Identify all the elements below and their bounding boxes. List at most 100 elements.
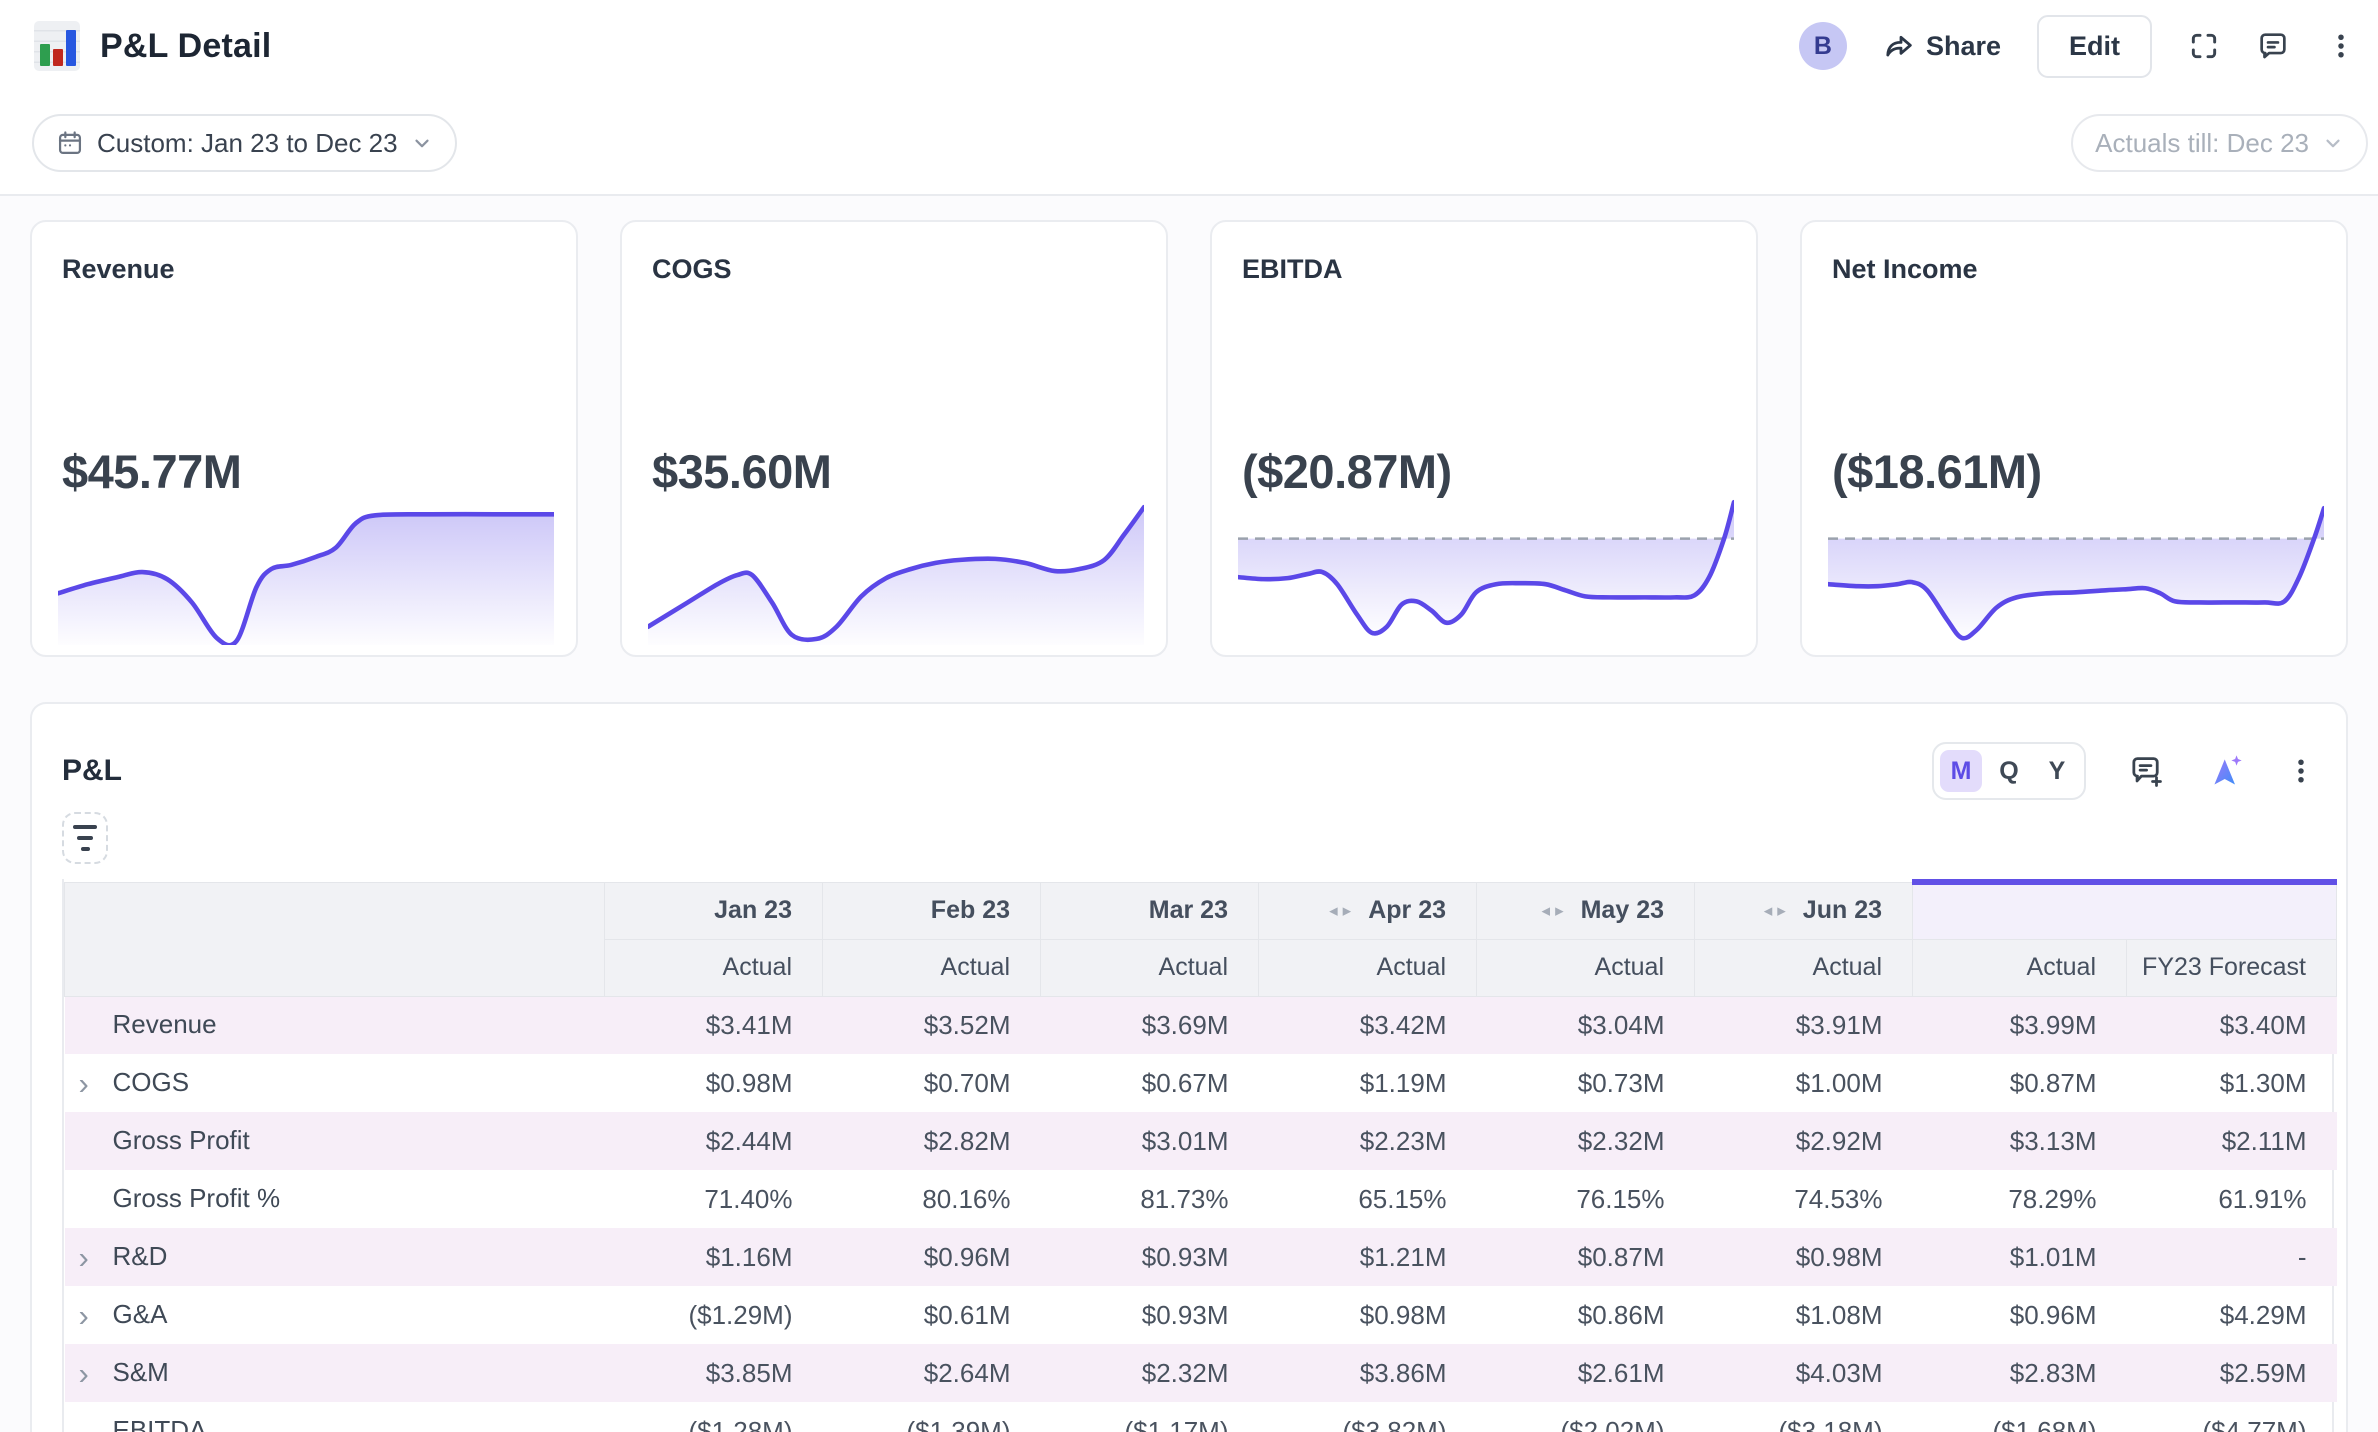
cell-value: $1.16M <box>605 1228 823 1286</box>
granularity-option-m[interactable]: M <box>1940 750 1982 792</box>
kpi-value: ($20.87M) <box>1242 444 1452 499</box>
row-label-r-d[interactable]: ›R&D <box>65 1228 605 1286</box>
cell-value: $0.96M <box>1913 1286 2127 1344</box>
cell-value: ($1.28M) <box>605 1402 823 1432</box>
actuals-till-selector[interactable]: Actuals till: Dec 23 <box>2071 114 2368 172</box>
column-header-may-23[interactable]: ◂▸May 23 <box>1477 882 1695 939</box>
kpi-value: $35.60M <box>652 444 831 499</box>
date-range-selector[interactable]: Custom: Jan 23 to Dec 23 <box>32 114 457 172</box>
cell-value: ($4.77M) <box>2127 1402 2337 1432</box>
cell-value: $0.73M <box>1477 1054 1695 1112</box>
cell-value: $2.83M <box>1913 1344 2127 1402</box>
cell-value: $2.23M <box>1259 1112 1477 1170</box>
selected-column-group-header[interactable] <box>1913 882 2337 939</box>
cell-value: $3.52M <box>823 996 1041 1054</box>
cell-value: ($2.02M) <box>1477 1402 1695 1432</box>
column-header-jun-23[interactable]: ◂▸Jun 23 <box>1695 882 1913 939</box>
cell-value: $0.96M <box>823 1228 1041 1286</box>
edit-button[interactable]: Edit <box>2037 15 2152 78</box>
cell-value: $2.82M <box>823 1112 1041 1170</box>
cell-value: $1.21M <box>1259 1228 1477 1286</box>
kpi-card-net-income: Net Income ($18.61M) <box>1800 220 2348 657</box>
cell-value: $1.19M <box>1259 1054 1477 1112</box>
column-header-feb-23[interactable]: Feb 23 <box>823 882 1041 939</box>
prev-month-arrow-icon[interactable]: ◂ <box>1329 901 1343 920</box>
column-header-jan-23[interactable]: Jan 23 <box>605 882 823 939</box>
cell-value: ($1.17M) <box>1041 1402 1259 1432</box>
column-header-apr-23[interactable]: ◂▸Apr 23 <box>1259 882 1477 939</box>
cell-value: 65.15% <box>1259 1170 1477 1228</box>
avatar[interactable]: B <box>1799 22 1847 70</box>
kpi-card-cogs: COGS$35.60M <box>620 220 1168 657</box>
cell-value: ($1.39M) <box>823 1402 1041 1432</box>
cell-value: $0.98M <box>1695 1228 1913 1286</box>
granularity-option-y[interactable]: Y <box>2036 750 2078 792</box>
cell-value: ($3.18M) <box>1695 1402 1913 1432</box>
cell-value: $0.93M <box>1041 1286 1259 1344</box>
row-label-text: Gross Profit <box>113 1125 250 1155</box>
row-label-text: COGS <box>113 1067 190 1097</box>
pnl-widget-title: P&L <box>62 754 122 788</box>
granularity-toggle: MQY <box>1932 742 2086 800</box>
cell-value: $3.99M <box>1913 996 2127 1054</box>
add-comment-icon[interactable] <box>2128 752 2166 790</box>
top-bar: P&L Detail B Share Edit <box>0 0 2378 92</box>
more-options-kebab-icon[interactable] <box>2326 29 2356 63</box>
cell-value: $0.61M <box>823 1286 1041 1344</box>
sub-header-fy23-forecast: FY23 Forecast <box>2127 939 2337 996</box>
fullscreen-icon[interactable] <box>2188 30 2220 62</box>
kpi-card-ebitda: EBITDA($20.87M) <box>1210 220 1758 657</box>
row-label-g-a[interactable]: ›G&A <box>65 1286 605 1344</box>
table-row-revenue: Revenue$3.41M$3.52M$3.69M$3.42M$3.04M$3.… <box>65 996 2337 1054</box>
row-label-text: G&A <box>113 1299 168 1329</box>
kpi-title: Net Income <box>1832 254 1978 285</box>
cell-value: ($1.68M) <box>1913 1402 2127 1432</box>
ai-assistant-icon[interactable] <box>2208 753 2244 789</box>
row-label-cogs[interactable]: ›COGS <box>65 1054 605 1112</box>
sub-header-actual: Actual <box>1913 939 2127 996</box>
kpi-card-revenue: Revenue$45.77M <box>30 220 578 657</box>
cell-value: $2.11M <box>2127 1112 2337 1170</box>
pnl-toolbar: MQY <box>1932 742 2316 800</box>
row-label-gross-profit: Gross Profit % <box>65 1170 605 1228</box>
cell-value: 81.73% <box>1041 1170 1259 1228</box>
main-content: Revenue$45.77M COGS$35.60M EBITDA($20.87… <box>0 196 2378 1432</box>
month-paging-arrows: ◂▸ <box>1764 901 1791 920</box>
sparkline-chart <box>1828 493 2324 645</box>
cell-value: $1.30M <box>2127 1054 2337 1112</box>
column-header-mar-23[interactable]: Mar 23 <box>1041 882 1259 939</box>
sub-header-feb-23-actual: Actual <box>823 939 1041 996</box>
comments-icon[interactable] <box>2256 29 2290 63</box>
chevron-down-icon <box>2322 132 2344 154</box>
table-row-cogs: ›COGS$0.98M$0.70M$0.67M$1.19M$0.73M$1.00… <box>65 1054 2337 1112</box>
prev-month-arrow-icon[interactable]: ◂ <box>1764 901 1778 920</box>
cell-value: 71.40% <box>605 1170 823 1228</box>
row-label-s-m[interactable]: ›S&M <box>65 1344 605 1402</box>
cell-value: $3.40M <box>2127 996 2337 1054</box>
cell-value: $1.00M <box>1695 1054 1913 1112</box>
share-button[interactable]: Share <box>1883 30 2001 62</box>
cell-value: $3.13M <box>1913 1112 2127 1170</box>
sub-header-apr-23-actual: Actual <box>1259 939 1477 996</box>
granularity-option-q[interactable]: Q <box>1988 750 2030 792</box>
cell-value: $3.42M <box>1259 996 1477 1054</box>
date-range-label: Custom: Jan 23 to Dec 23 <box>97 128 398 159</box>
table-row-gross-profit: Gross Profit$2.44M$2.82M$3.01M$2.23M$2.3… <box>65 1112 2337 1170</box>
table-corner-cell <box>65 882 605 996</box>
kpi-value: $45.77M <box>62 444 241 499</box>
table-row-s-m: ›S&M$3.85M$2.64M$2.32M$3.86M$2.61M$4.03M… <box>65 1344 2337 1402</box>
sub-header-jan-23-actual: Actual <box>605 939 823 996</box>
table-filter-icon[interactable] <box>62 812 108 864</box>
calendar-icon <box>56 129 84 157</box>
actuals-till-label: Actuals till: Dec 23 <box>2095 128 2309 159</box>
row-label-text: S&M <box>113 1357 169 1387</box>
pnl-more-options-kebab-icon[interactable] <box>2286 754 2316 788</box>
table-header-row-months: Jan 23Feb 23Mar 23◂▸Apr 23◂▸May 23◂▸Jun … <box>65 882 2337 939</box>
prev-month-arrow-icon[interactable]: ◂ <box>1542 901 1556 920</box>
sub-header-mar-23-actual: Actual <box>1041 939 1259 996</box>
next-month-arrow-icon[interactable]: ▸ <box>1777 901 1791 920</box>
next-month-arrow-icon[interactable]: ▸ <box>1555 901 1569 920</box>
kpi-value: ($18.61M) <box>1832 444 2042 499</box>
cell-value: $0.93M <box>1041 1228 1259 1286</box>
next-month-arrow-icon[interactable]: ▸ <box>1343 901 1357 920</box>
